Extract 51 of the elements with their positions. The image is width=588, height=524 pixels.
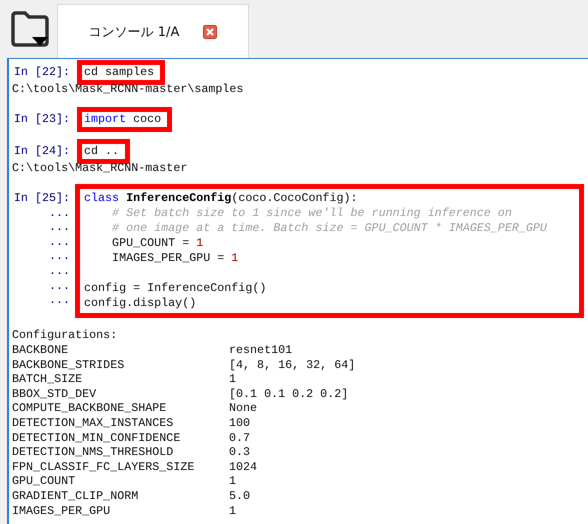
- continuation-prompt: ...: [48, 234, 70, 250]
- code-line: # one image at a time. Batch size = GPU_COUNT * IMAGES_PER_GPU: [111, 221, 547, 236]
- continuation-prompt: ...: [48, 293, 70, 308]
- folder-icon[interactable]: [10, 11, 50, 47]
- input-prompt: In [24]:: [12, 144, 70, 159]
- config-value: 1: [229, 474, 238, 489]
- code-line: cd samples: [84, 65, 154, 80]
- config-value: 1: [229, 372, 238, 387]
- console-tab[interactable]: コンソール 1/A: [57, 4, 249, 58]
- config-name: BBOX_STD_DEV: [12, 386, 98, 402]
- continuation-prompt: ...: [48, 206, 70, 220]
- code-line: # Set batch size to 1 since we'll be running inference on: [111, 206, 513, 221]
- config-name: GPU_COUNT: [12, 474, 76, 489]
- config-value: [0.1 0.1 0.2 0.2]: [229, 386, 350, 402]
- continuation-prompt: ...: [48, 249, 70, 264]
- continuation-prompt: ...: [48, 220, 70, 235]
- config-name: DETECTION_MIN_CONFIDENCE: [12, 430, 182, 446]
- config-value: 1024: [229, 460, 258, 474]
- code-line: cd ..: [84, 144, 120, 159]
- code-line: config.display(): [84, 296, 198, 311]
- code-line: GPU_COUNT = 1: [111, 236, 204, 251]
- code-line: IMAGES_PER_GPU = 1: [111, 251, 240, 266]
- config-name: FPN_CLASSIF_FC_LAYERS_SIZE: [12, 460, 196, 474]
- config-value: 0.3: [229, 445, 252, 460]
- continuation-prompt: ...: [48, 264, 70, 279]
- code-line: import coco: [84, 112, 162, 127]
- console-output: C:\tools\Mask_RCNN-master\samples: [12, 82, 244, 97]
- console-output: Configurations:: [12, 328, 118, 343]
- continuation-prompt: ...: [48, 278, 70, 294]
- config-name: IMAGES_PER_GPU: [12, 504, 112, 518]
- console-output: C:\tools\Mask_RCNN-master: [12, 161, 188, 176]
- code-line: class InferenceConfig(coco.CocoConfig):: [84, 191, 359, 206]
- input-prompt: In [22]:: [12, 65, 70, 80]
- config-value: [4, 8, 16, 32, 64]: [229, 358, 356, 372]
- config-name: COMPUTE_BACKBONE_SHAPE: [12, 401, 168, 416]
- config-value: None: [229, 401, 258, 416]
- config-name: GRADIENT_CLIP_NORM: [12, 488, 140, 504]
- config-value: 0.7: [229, 430, 252, 446]
- config-value: 100: [229, 416, 252, 431]
- config-value: 5.0: [229, 488, 252, 504]
- config-value: resnet101: [229, 343, 294, 358]
- config-name: DETECTION_MAX_INSTANCES: [12, 416, 174, 431]
- input-prompt: In [23]:: [12, 112, 70, 127]
- config-name: DETECTION_NMS_THRESHOLD: [12, 445, 174, 460]
- code-line: config = InferenceConfig(): [84, 281, 268, 296]
- input-prompt: In [25]:: [12, 191, 70, 206]
- config-name: BACKBONE_STRIDES: [12, 358, 126, 372]
- config-value: 1: [229, 504, 238, 518]
- config-name: BACKBONE: [12, 343, 70, 358]
- close-icon[interactable]: [203, 24, 218, 38]
- config-name: BATCH_SIZE: [12, 372, 84, 387]
